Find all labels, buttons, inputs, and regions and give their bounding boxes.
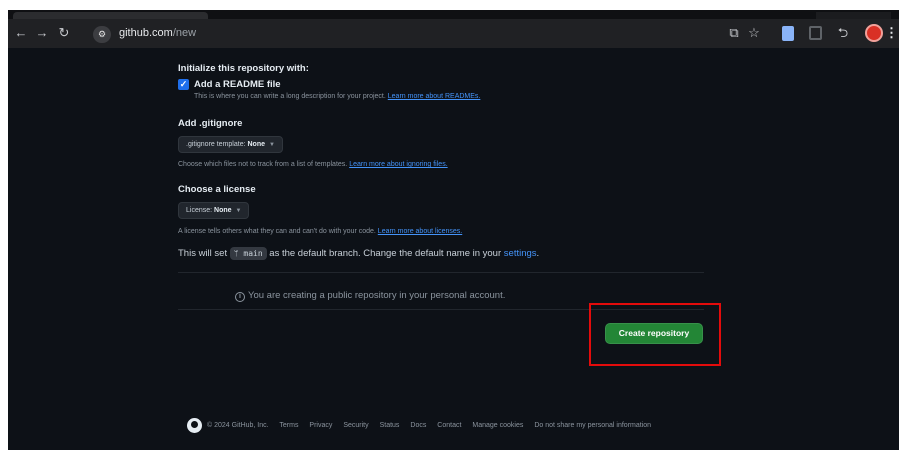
github-logo-icon[interactable] bbox=[187, 418, 202, 433]
init-title: Initialize this repository with: bbox=[178, 63, 309, 74]
browser-toolbar: ← → ↻ ⚙ github.com/new ⧉ ☆ ⮌ ⋮ bbox=[8, 10, 899, 48]
footer-link-terms[interactable]: Terms bbox=[279, 422, 298, 429]
profile-avatar-icon[interactable] bbox=[865, 24, 883, 42]
license-title: Choose a license bbox=[178, 184, 256, 195]
settings-link[interactable]: settings bbox=[504, 248, 537, 259]
branch-chip: ᛘ main bbox=[229, 247, 267, 260]
chevron-down-icon: ▼ bbox=[268, 142, 275, 148]
license-learn-more-link[interactable]: Learn more about licenses. bbox=[378, 228, 462, 235]
default-branch-text: This will set ᛘ main as the default bran… bbox=[178, 247, 540, 260]
bookmark-star-icon[interactable]: ☆ bbox=[746, 26, 762, 42]
readme-learn-more-link[interactable]: Learn more about READMEs. bbox=[388, 93, 481, 100]
visibility-info: i You are creating a public repository in… bbox=[235, 290, 505, 302]
readme-description: This is where you can write a long descr… bbox=[194, 93, 481, 100]
license-dropdown[interactable]: License: None ▼ bbox=[178, 202, 250, 219]
chevron-down-icon: ▼ bbox=[235, 208, 242, 214]
gitignore-dropdown[interactable]: .gitignore template: None ▼ bbox=[178, 136, 283, 153]
reload-icon[interactable]: ↻ bbox=[56, 26, 72, 42]
menu-kebab-icon[interactable]: ⋮ bbox=[885, 26, 898, 42]
readme-label[interactable]: Add a README file bbox=[194, 79, 281, 90]
extensions-puzzle-icon[interactable]: ⮌ bbox=[835, 26, 851, 42]
tab-strip-right bbox=[816, 12, 891, 19]
site-settings-icon[interactable]: ⚙ bbox=[93, 26, 111, 43]
readme-checkbox[interactable]: ✓ bbox=[178, 79, 189, 90]
footer-link-privacy[interactable]: Privacy bbox=[309, 422, 332, 429]
back-arrow-icon[interactable]: ← bbox=[13, 26, 29, 42]
footer-copyright: © 2024 GitHub, Inc. bbox=[207, 422, 269, 429]
footer-link-status[interactable]: Status bbox=[380, 422, 400, 429]
tab-strip bbox=[8, 10, 899, 19]
extension-save-icon[interactable] bbox=[809, 26, 822, 40]
git-branch-icon: ᛘ bbox=[233, 249, 239, 258]
address-bar[interactable]: ⚙ github.com/new bbox=[88, 23, 771, 47]
footer-link-docs[interactable]: Docs bbox=[410, 422, 426, 429]
extension-doc-icon[interactable] bbox=[782, 26, 794, 41]
gitignore-description: Choose which files not to track from a l… bbox=[178, 161, 448, 168]
forward-arrow-icon[interactable]: → bbox=[34, 26, 50, 42]
cast-icon[interactable]: ⧉ bbox=[726, 26, 742, 42]
active-tab[interactable] bbox=[13, 12, 208, 19]
footer-link-do-not-share[interactable]: Do not share my personal information bbox=[534, 422, 651, 429]
license-description: A license tells others what they can and… bbox=[178, 228, 463, 235]
footer: © 2024 GitHub, Inc. Terms Privacy Securi… bbox=[207, 422, 660, 429]
new-repo-page: Initialize this repository with: ✓ Add a… bbox=[8, 48, 899, 450]
browser-window: ← → ↻ ⚙ github.com/new ⧉ ☆ ⮌ ⋮ Initializ… bbox=[8, 10, 899, 450]
create-repository-button[interactable]: Create repository bbox=[605, 323, 703, 344]
gitignore-title: Add .gitignore bbox=[178, 118, 243, 129]
footer-link-manage-cookies[interactable]: Manage cookies bbox=[472, 422, 523, 429]
info-icon: i bbox=[235, 292, 245, 302]
gitignore-learn-more-link[interactable]: Learn more about ignoring files. bbox=[349, 161, 447, 168]
url-text[interactable]: github.com/new bbox=[119, 27, 196, 39]
footer-link-contact[interactable]: Contact bbox=[437, 422, 461, 429]
footer-link-security[interactable]: Security bbox=[343, 422, 368, 429]
divider bbox=[178, 272, 704, 273]
